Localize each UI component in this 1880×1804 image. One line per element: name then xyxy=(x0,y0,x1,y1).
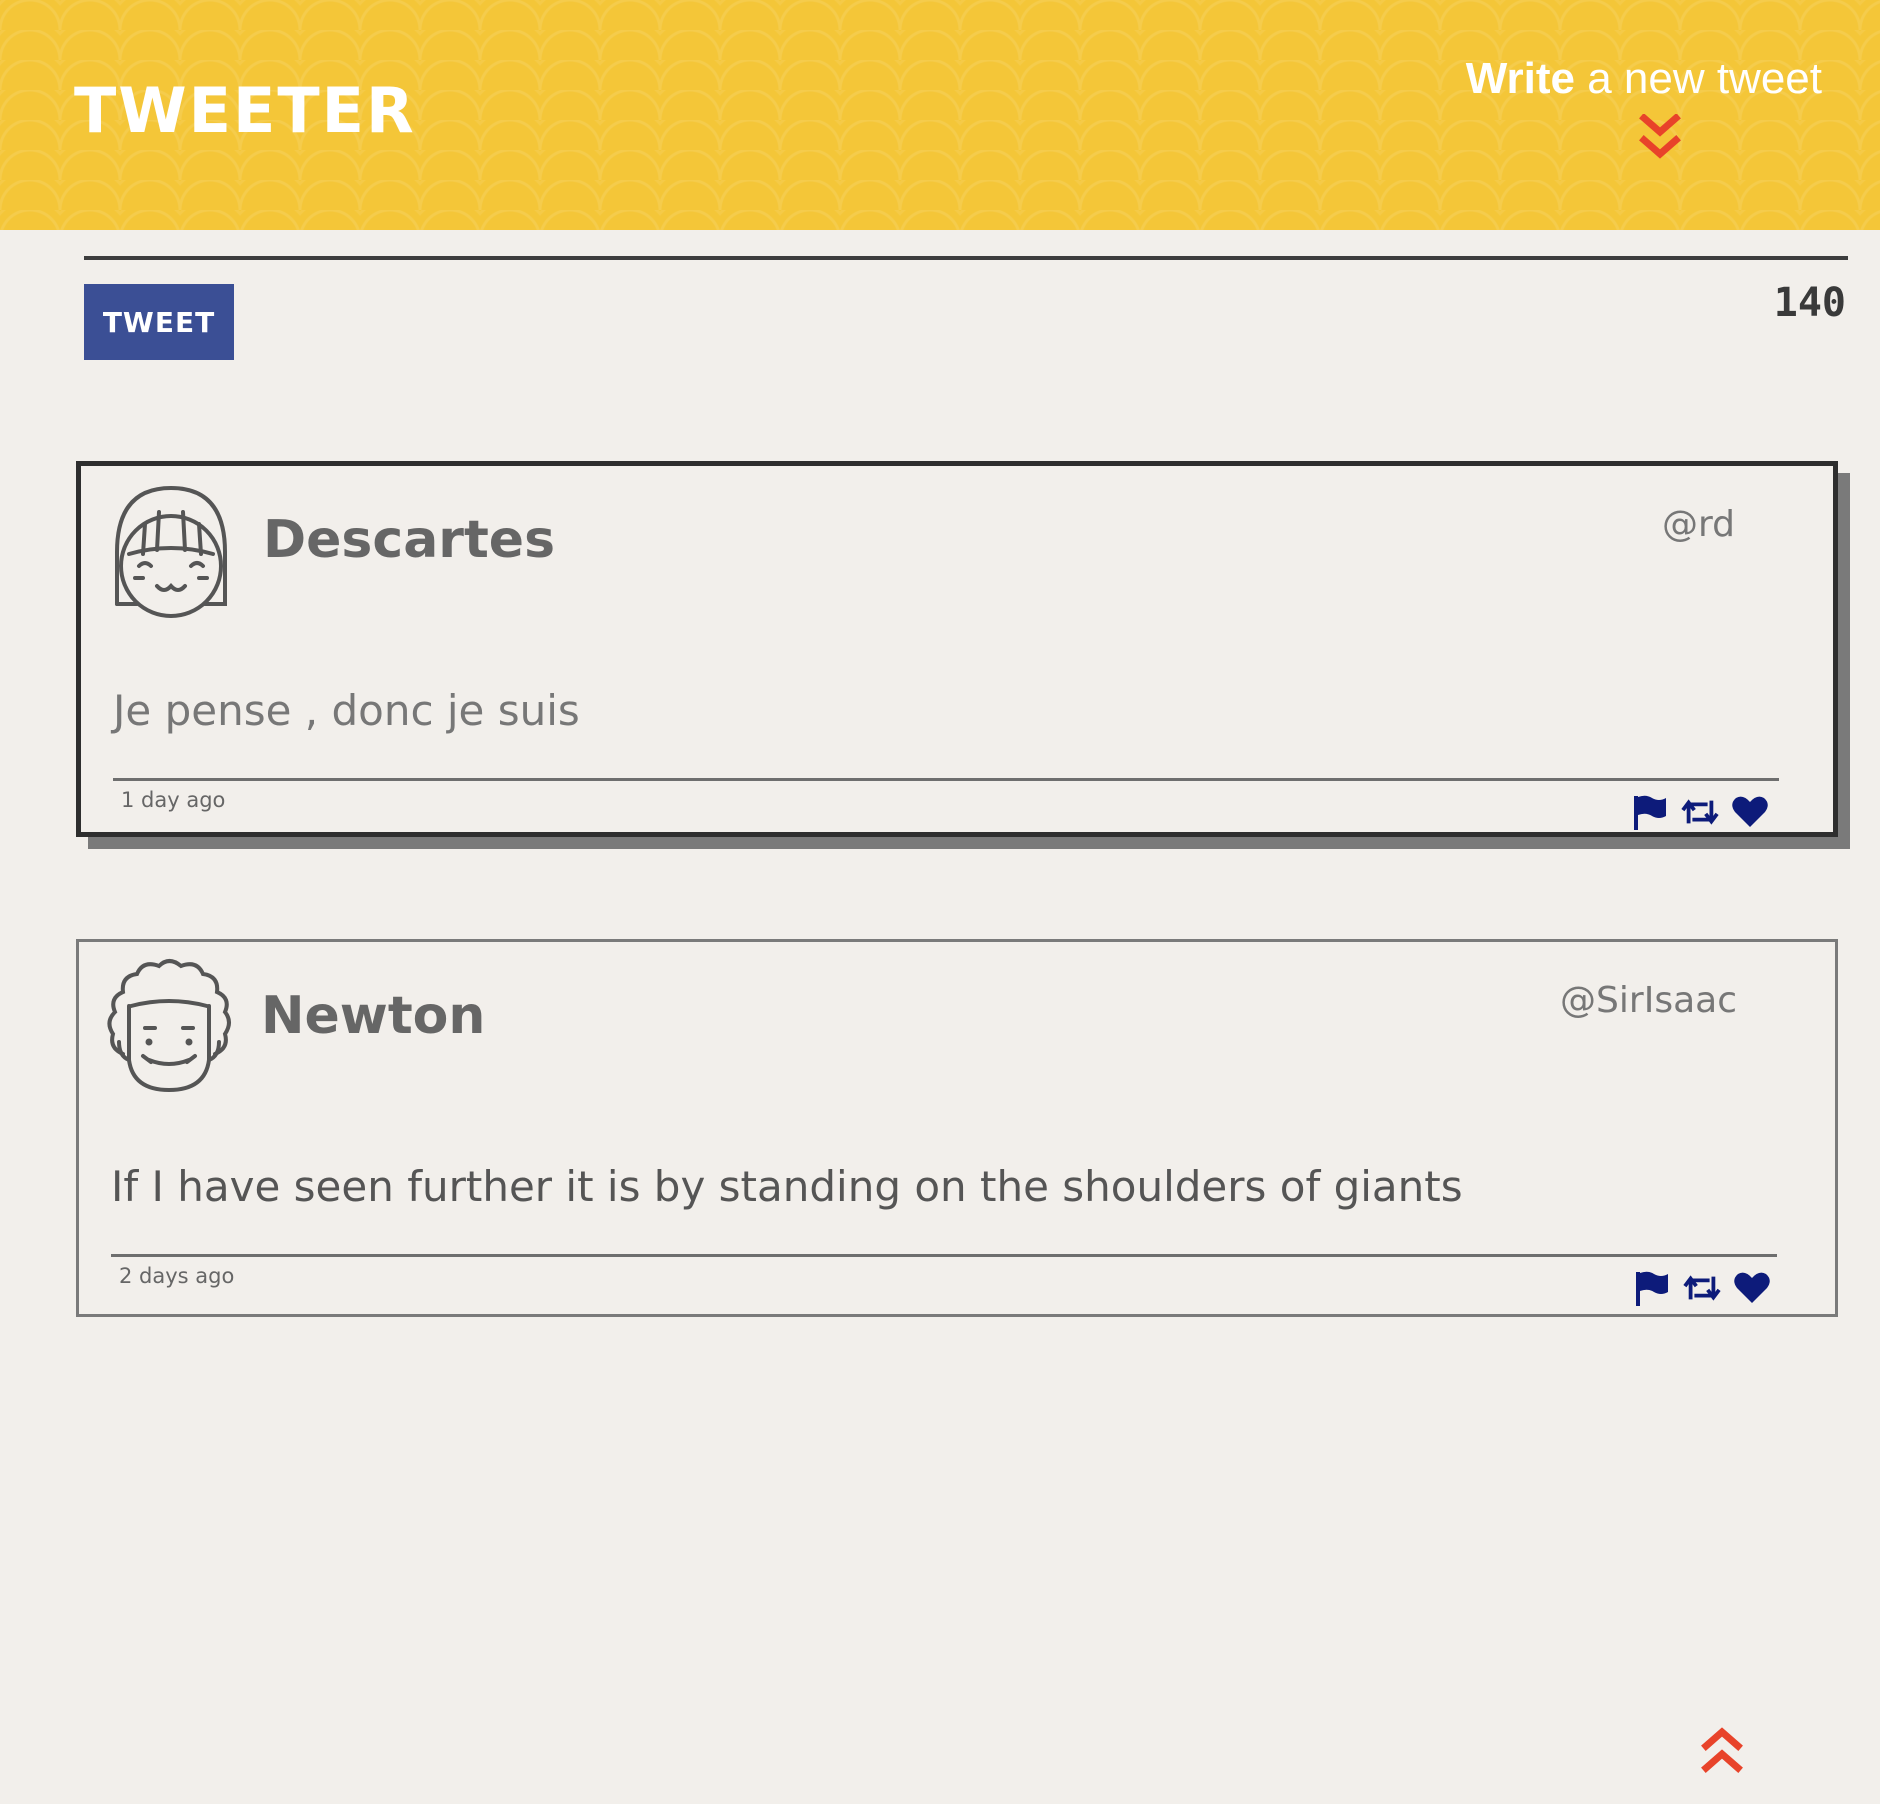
tweet-card: Descartes @rd Je pense , donc je suis 1 … xyxy=(76,461,1838,837)
flag-icon[interactable] xyxy=(1631,793,1669,831)
tweet-author-name: Newton xyxy=(261,986,486,1046)
tweet-timestamp: 2 days ago xyxy=(119,1264,235,1288)
flag-icon[interactable] xyxy=(1633,1269,1671,1307)
tweet-timestamp: 1 day ago xyxy=(121,788,226,812)
site-header: TWEETER Write a new tweet xyxy=(0,0,1880,230)
double-chevron-up-icon[interactable] xyxy=(1700,1724,1744,1774)
tweet-card: Newton @SirIsaac If I have seen further … xyxy=(76,939,1838,1317)
double-chevron-down-icon[interactable] xyxy=(1638,114,1682,164)
write-new-tweet-label[interactable]: Write a new tweet xyxy=(1466,54,1822,104)
retweet-icon[interactable] xyxy=(1681,793,1719,831)
girl-avatar-icon xyxy=(115,485,227,618)
tweet-author-name: Descartes xyxy=(263,510,556,570)
tweet-actions xyxy=(1633,1268,1771,1308)
char-counter: 140 xyxy=(1773,280,1846,326)
write-new-tweet-toggle[interactable]: Write a new tweet xyxy=(1462,54,1822,174)
tweet-text: If I have seen further it is by standing… xyxy=(111,1162,1463,1211)
tweet-submit-button[interactable]: TWEET xyxy=(84,284,234,360)
tweet-divider xyxy=(111,1254,1777,1257)
site-logo: TWEETER xyxy=(74,74,416,147)
compose-textarea-underline[interactable] xyxy=(84,256,1848,260)
heart-icon[interactable] xyxy=(1731,793,1769,831)
retweet-icon[interactable] xyxy=(1683,1269,1721,1307)
tweet-author-handle: @SirIsaac xyxy=(1560,980,1737,1021)
tweet-author-handle: @rd xyxy=(1661,504,1735,545)
tweet-text: Je pense , donc je suis xyxy=(113,686,580,735)
curly-hair-avatar-icon xyxy=(107,959,231,1093)
heart-icon[interactable] xyxy=(1733,1269,1771,1307)
tweet-actions xyxy=(1631,792,1769,832)
tweet-divider xyxy=(113,778,1779,781)
